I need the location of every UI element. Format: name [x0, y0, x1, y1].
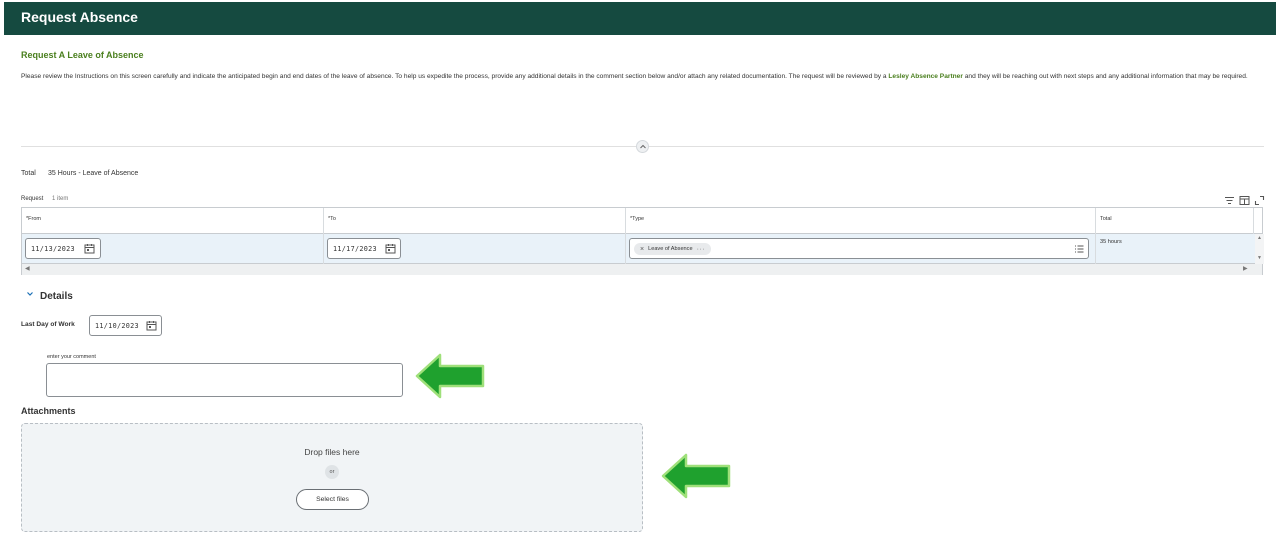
type-input[interactable]: × Leave of Absence ···	[629, 238, 1089, 259]
column-header-total: Total	[1096, 208, 1254, 234]
page-title: Request Absence	[21, 9, 138, 25]
column-header-type: *Type	[626, 208, 1096, 234]
collapse-instructions-button[interactable]	[636, 140, 649, 153]
last-day-of-work-label: Last Day of Work	[21, 321, 75, 328]
request-grid: *From *To *Type Total 11/13/2023 11/17/2…	[21, 207, 1264, 275]
to-date-input[interactable]: 11/17/2023	[327, 238, 401, 259]
filter-icon[interactable]	[1224, 193, 1235, 205]
request-count: 1 item	[52, 196, 69, 202]
to-cell: 11/17/2023	[324, 234, 626, 264]
instructions-post: and they will be reaching out with next …	[962, 73, 1248, 80]
chevron-up-icon	[640, 144, 646, 149]
row-total-value: 35 hours	[1100, 239, 1122, 245]
remove-icon[interactable]: ×	[640, 246, 644, 253]
total-value: 35 Hours - Leave of Absence	[48, 170, 139, 177]
arrow-left-icon	[415, 353, 485, 399]
or-badge: or	[325, 465, 339, 479]
column-header-to: *To	[324, 208, 626, 234]
comment-textarea[interactable]	[46, 363, 403, 397]
grid-header: *From *To *Type Total	[22, 208, 1262, 234]
section-subtitle: Request A Leave of Absence	[21, 50, 144, 60]
type-pill: × Leave of Absence ···	[634, 243, 712, 255]
select-files-button[interactable]: Select files	[296, 489, 369, 510]
comment-label: enter your comment	[47, 354, 96, 360]
scroll-left-icon[interactable]: ◀	[25, 265, 30, 272]
chevron-down-icon[interactable]	[26, 290, 34, 298]
calendar-icon	[146, 321, 157, 331]
total-cell: 35 hours ▲ ▼	[1096, 234, 1264, 264]
last-day-of-work-input[interactable]: 11/10/2023	[89, 315, 162, 336]
request-label: Request	[21, 196, 44, 202]
from-date-value: 11/13/2023	[31, 245, 75, 253]
column-header-from: *From	[22, 208, 324, 234]
to-date-value: 11/17/2023	[333, 245, 377, 253]
scroll-down-icon[interactable]: ▼	[1257, 255, 1262, 261]
total-label: Total	[21, 170, 36, 177]
from-cell: 11/13/2023	[22, 234, 324, 264]
from-date-input[interactable]: 11/13/2023	[25, 238, 101, 259]
absence-partner-link[interactable]: Lesley Absence Partner	[888, 73, 963, 80]
attachments-title: Attachments	[21, 406, 76, 416]
last-day-value: 11/10/2023	[95, 322, 139, 330]
page-header: Request Absence	[4, 2, 1276, 35]
scroll-right-icon[interactable]: ▶	[1243, 265, 1248, 272]
list-icon[interactable]	[1074, 244, 1084, 254]
columns-icon[interactable]	[1239, 193, 1250, 205]
drop-files-text: Drop files here	[304, 447, 360, 457]
instructions-pre: Please review the Instructions on this s…	[21, 73, 889, 80]
instructions-text: Please review the Instructions on this s…	[21, 71, 1271, 82]
horizontal-scrollbar[interactable]: ◀ ▶	[22, 264, 1262, 275]
more-icon[interactable]: ···	[697, 246, 706, 253]
scroll-up-icon[interactable]: ▲	[1257, 235, 1262, 241]
type-value: Leave of Absence	[648, 246, 693, 252]
details-title[interactable]: Details	[40, 291, 73, 302]
file-dropzone[interactable]: Drop files here or Select files	[21, 423, 643, 532]
calendar-icon	[84, 244, 95, 254]
calendar-icon	[385, 244, 396, 254]
table-row: 11/13/2023 11/17/2023 × Leave of Absence…	[22, 234, 1264, 264]
vertical-scrollbar[interactable]: ▲ ▼	[1255, 234, 1264, 264]
type-cell: × Leave of Absence ···	[626, 234, 1096, 264]
expand-icon[interactable]	[1254, 193, 1265, 206]
arrow-left-icon	[661, 453, 731, 499]
grid-toolbar	[1224, 193, 1265, 206]
